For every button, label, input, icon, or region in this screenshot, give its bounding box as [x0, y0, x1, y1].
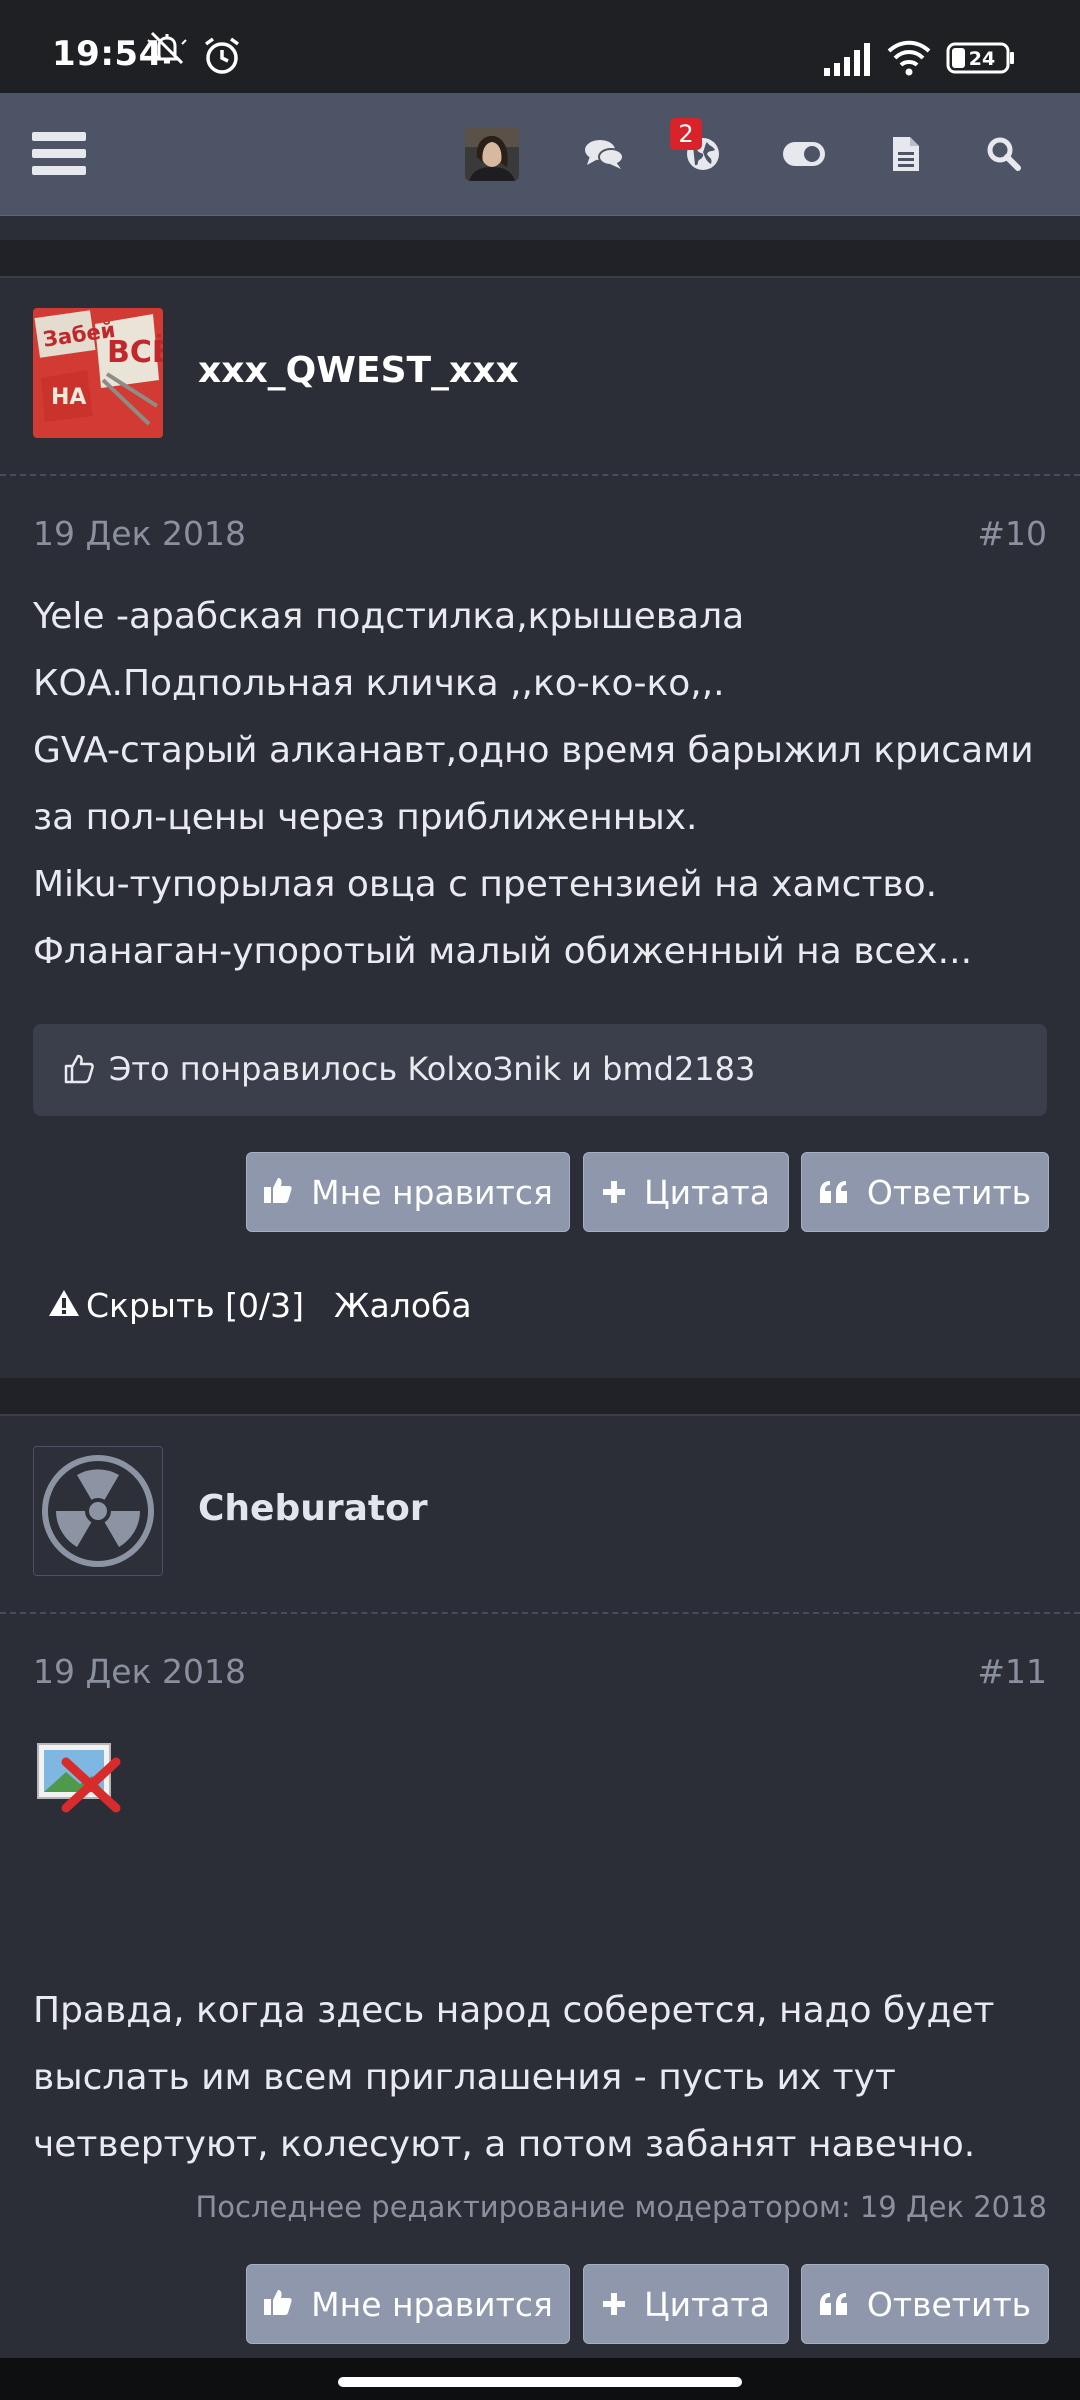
quote-button-label: Цитата [644, 1172, 770, 1212]
quote-button[interactable]: Цитата [583, 1152, 789, 1232]
like-button-label: Мне нравится [311, 1172, 553, 1212]
home-indicator[interactable] [338, 2377, 742, 2387]
hide-link-label: Скрыть [0/3] [86, 1286, 304, 1325]
toggle-icon[interactable] [778, 93, 830, 215]
post-header: Cheburator [0, 1416, 1080, 1614]
post-number[interactable]: #11 [977, 1652, 1047, 1691]
post-date[interactable]: 19 Дек 2018 [33, 514, 246, 553]
user-avatar[interactable] [464, 93, 520, 215]
warning-icon [48, 1286, 80, 1325]
like-button-label: Мне нравится [311, 2284, 553, 2324]
avatar-text-2: НА [51, 385, 86, 410]
mute-icon [146, 30, 188, 70]
thumbs-up-outline-icon [63, 1052, 95, 1088]
post-header: Забей НА ВСЁ xxx_QWEST_xxx [0, 278, 1080, 476]
like-button[interactable]: Мне нравится [246, 1152, 570, 1232]
search-icon[interactable] [982, 93, 1026, 215]
quote-marks-icon [819, 2285, 849, 2324]
menu-icon[interactable] [22, 93, 96, 215]
signal-icon [824, 42, 874, 80]
message-line: четвертуют, колесуют, а потом забанят на… [33, 2124, 976, 2165]
notification-badge: 2 [670, 118, 702, 150]
globe-icon[interactable] [680, 93, 726, 215]
reply-button-label: Ответить [866, 2284, 1032, 2324]
avatar[interactable]: Забей НА ВСЁ [33, 308, 163, 438]
wifi-icon [886, 38, 932, 80]
broken-image-icon [36, 1738, 122, 1818]
hide-link[interactable]: Скрыть [0/3] [48, 1286, 304, 1325]
message-line: КОА.Подпольная кличка ,,ко-ко-ко,,. [33, 663, 725, 704]
reply-button-label: Ответить [866, 1172, 1032, 1212]
likes-summary: Это понравилось KolxoЗnik и bmd2183 [33, 1024, 1047, 1116]
separator [0, 1378, 1080, 1414]
post-username[interactable]: Cheburator [198, 1488, 428, 1529]
message-line: GVA-старый алканавт,одно время барыжил к… [33, 730, 1034, 771]
reply-button[interactable]: Ответить [801, 2264, 1049, 2344]
chat-icon[interactable] [578, 93, 630, 215]
edit-note: Последнее редактирование модератором: 19… [195, 2190, 1048, 2224]
post-number[interactable]: #10 [977, 514, 1047, 553]
avatar-text-3: ВСЁ [107, 334, 163, 370]
forum-post: Cheburator 19 Дек 2018 #11 Правда, когда… [0, 1414, 1080, 2360]
post-date[interactable]: 19 Дек 2018 [33, 1652, 246, 1691]
avatar[interactable] [33, 1446, 163, 1576]
plus-icon [602, 2285, 626, 2324]
battery-level: 24 [969, 48, 995, 70]
forum-post: Забей НА ВСЁ xxx_QWEST_xxx 19 Дек 2018 #… [0, 276, 1080, 1378]
battery-icon: 24 [946, 42, 1016, 78]
alarm-icon [202, 36, 242, 80]
status-bar: 19:54 24 [0, 0, 1080, 93]
report-link[interactable]: Жалоба [334, 1286, 472, 1325]
message-line: выслать им всем приглашения - пусть их т… [33, 2057, 896, 2098]
message-line: за пол-цены через приближенных. [33, 797, 698, 838]
message-line: Yele -арабская подстилка,крышевала [33, 596, 745, 637]
likes-text[interactable]: Это понравилось KolxoЗnik и bmd2183 [109, 1050, 755, 1088]
quote-button[interactable]: Цитата [583, 2264, 789, 2344]
message-line: Фланаган-упоротый малый обиженный на все… [33, 931, 973, 972]
quote-marks-icon [819, 1173, 849, 1212]
like-button[interactable]: Мне нравится [246, 2264, 570, 2344]
thumbs-up-icon [263, 2285, 293, 2324]
top-navigation [0, 93, 1080, 216]
message-line: Правда, когда здесь народ соберется, над… [33, 1990, 995, 2031]
post-username[interactable]: xxx_QWEST_xxx [198, 350, 519, 391]
message-line: Miku-тупорылая овца с претензией на хамс… [33, 864, 938, 905]
plus-icon [602, 1173, 626, 1212]
separator [0, 240, 1080, 276]
thumbs-up-icon [263, 1173, 293, 1212]
document-icon[interactable] [884, 93, 928, 215]
quote-button-label: Цитата [644, 2284, 770, 2324]
reply-button[interactable]: Ответить [801, 1152, 1049, 1232]
